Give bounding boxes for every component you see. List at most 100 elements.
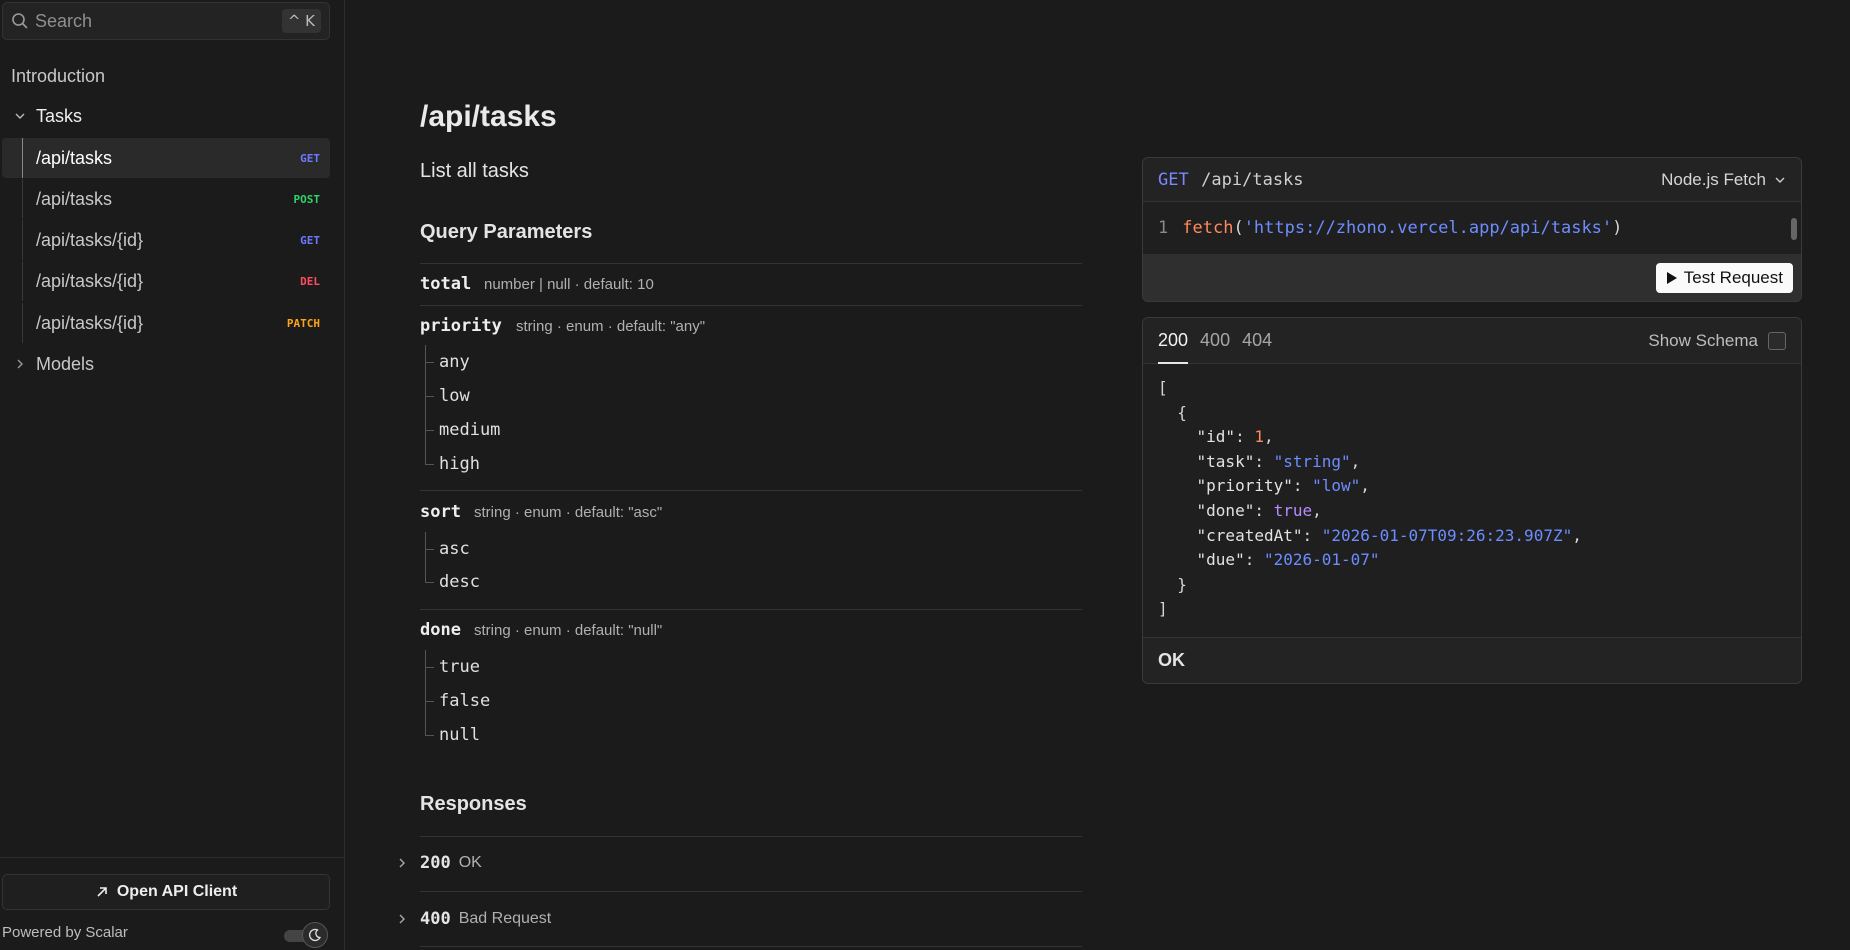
code-snippet[interactable]: 1 fetch('https://zhono.vercel.app/api/ta… [1143, 202, 1801, 254]
open-api-client-label: Open API Client [116, 883, 238, 900]
dark-mode-toggle[interactable] [284, 922, 330, 948]
response-code: 400 [420, 909, 451, 929]
moon-icon [308, 928, 322, 942]
powered-by-link[interactable]: Powered by Scalar [2, 924, 128, 941]
code-paren: ( [1233, 218, 1244, 238]
response-example-card: 200 400 404 Show Schema [ { "id": 1, "ta… [1142, 317, 1802, 684]
param-meta: number | null · default: 10 [484, 276, 654, 293]
response-row-200[interactable]: 200 OK [396, 843, 482, 883]
endpoint-path: /api/tasks [36, 147, 113, 168]
search-input[interactable] [35, 10, 282, 32]
request-method: GET [1158, 169, 1189, 190]
divider [420, 836, 1082, 837]
page-title: /api/tasks [420, 100, 557, 133]
divider [0, 857, 344, 858]
sidebar-group-tasks[interactable]: Tasks [0, 96, 330, 136]
response-code: 200 [420, 853, 451, 873]
language-label: Node.js Fetch [1661, 169, 1766, 189]
chevron-down-icon [1775, 177, 1785, 183]
param-name: priority [420, 316, 502, 336]
divider [420, 891, 1082, 892]
sidebar-item-get-task-by-id[interactable]: /api/tasks/{id} GET [2, 220, 330, 260]
query-parameters-heading: Query Parameters [420, 221, 593, 243]
enum-value: any [425, 345, 470, 379]
show-schema-toggle[interactable]: Show Schema [1648, 331, 1786, 351]
open-api-client-button[interactable]: Open API Client [2, 874, 330, 910]
language-selector[interactable]: Node.js Fetch [1661, 170, 1786, 190]
divider [420, 609, 1082, 610]
response-row-400[interactable]: 400 Bad Request [396, 899, 551, 939]
divider [420, 946, 1082, 947]
param-meta: string · enum · default: "any" [516, 318, 706, 335]
show-schema-label: Show Schema [1648, 330, 1758, 350]
line-number: 1 [1158, 218, 1169, 238]
json-due-value: "2026-01-07" [1263, 550, 1380, 570]
test-request-button[interactable]: Test Request [1655, 263, 1793, 293]
param-name: total [420, 274, 472, 294]
sidebar-group-label: Models [36, 353, 95, 374]
chevron-right-icon [17, 359, 23, 369]
enum-value: false [425, 684, 490, 718]
param-name: done [420, 620, 461, 640]
sidebar: ^ K Introduction Tasks /api/tasks GET /a… [0, 0, 345, 950]
code-scrollbar[interactable] [1791, 210, 1797, 246]
divider [420, 263, 1082, 264]
enum-value: desc [425, 565, 480, 599]
sidebar-item-get-tasks[interactable]: /api/tasks GET [2, 138, 330, 178]
test-request-label: Test Request [1683, 268, 1783, 287]
enum-list: asc desc [420, 532, 620, 600]
tab-400[interactable]: 400 [1200, 318, 1230, 363]
sidebar-item-introduction[interactable]: Introduction [0, 56, 330, 96]
param-meta: string · enum · default: "null" [474, 622, 663, 639]
request-card-footer: Test Request [1143, 254, 1801, 301]
request-path: /api/tasks [1201, 169, 1304, 190]
method-badge: PATCH [286, 316, 320, 330]
json-task-value: "string" [1273, 451, 1351, 471]
search-icon [12, 13, 28, 29]
enum-value: asc [425, 532, 470, 566]
sidebar-item-patch-task[interactable]: /api/tasks/{id} PATCH [2, 303, 330, 343]
divider [420, 490, 1082, 491]
sidebar-item-delete-task[interactable]: /api/tasks/{id} DEL [2, 261, 330, 301]
code-function: fetch [1182, 218, 1234, 238]
chevron-down-icon [15, 113, 25, 119]
param-meta: string · enum · default: "asc" [474, 504, 663, 521]
response-description: OK [458, 854, 482, 871]
enum-value: low [425, 379, 470, 413]
code-paren: ) [1612, 218, 1623, 238]
endpoint-summary: List all tasks [420, 160, 529, 182]
toggle-knob [302, 922, 328, 948]
tab-200[interactable]: 200 [1158, 318, 1189, 364]
tab-404[interactable]: 404 [1242, 318, 1272, 363]
request-card-header: GET /api/tasks Node.js Fetch [1143, 158, 1801, 202]
enum-list: any low medium high [420, 345, 620, 481]
search-shortcut: ^ K [281, 9, 321, 33]
sidebar-item-label: Introduction [11, 65, 106, 86]
enum-value: null [425, 718, 480, 752]
json-id-value: 1 [1254, 427, 1264, 447]
response-tabs-bar: 200 400 404 Show Schema [1143, 318, 1801, 364]
search-box[interactable]: ^ K [2, 2, 330, 40]
enum-value: true [425, 650, 480, 684]
chevron-right-icon [399, 858, 405, 868]
divider [420, 305, 1082, 306]
arrow-up-right-icon [97, 887, 107, 897]
response-status-text: OK [1143, 637, 1801, 683]
chevron-right-icon [399, 914, 405, 924]
endpoint-path: /api/tasks/{id} [36, 312, 144, 333]
json-done-value: true [1273, 500, 1313, 520]
code-url: 'https://zhono.vercel.app/api/tasks' [1243, 218, 1613, 238]
json-priority-value: "low" [1312, 476, 1361, 496]
enum-value: high [425, 447, 480, 481]
endpoint-path: /api/tasks/{id} [36, 229, 144, 250]
method-badge: GET [300, 151, 320, 165]
json-createdat-value: "2026-01-07T09:26:23.907Z" [1321, 525, 1573, 545]
sidebar-group-models[interactable]: Models [0, 344, 330, 384]
response-json-example: [ { "id": 1, "task": "string", "priority… [1158, 378, 1582, 619]
enum-list: true false null [420, 650, 620, 752]
show-schema-checkbox[interactable] [1768, 331, 1786, 350]
param-name: sort [420, 502, 461, 522]
sidebar-group-label: Tasks [36, 105, 83, 126]
sidebar-item-post-tasks[interactable]: /api/tasks POST [2, 179, 330, 219]
request-example-card: GET /api/tasks Node.js Fetch 1 fetch('ht… [1142, 157, 1802, 302]
